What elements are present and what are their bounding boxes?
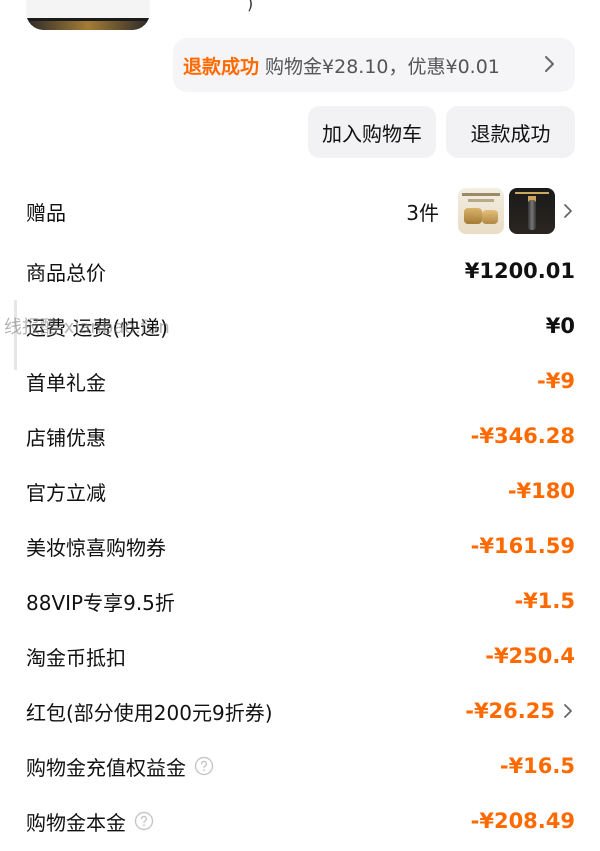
row-value: -¥346.28 bbox=[470, 424, 575, 448]
row-value: ¥0 bbox=[545, 314, 575, 338]
row-label: 官方立减 bbox=[26, 480, 106, 505]
order-detail-page: ) 退款成功 购物金¥28.10，优惠¥0.01 加入购物车 退款成功 赠品 3… bbox=[0, 0, 600, 851]
price-row-total: 商品总价 ¥1200.01 bbox=[26, 251, 575, 291]
chevron-right-icon bbox=[564, 204, 572, 218]
row-label: 购物金本金 bbox=[26, 810, 126, 835]
row-label: 淘金币抵扣 bbox=[26, 645, 126, 670]
row-value: -¥180 bbox=[507, 479, 575, 503]
row-value: -¥1.5 bbox=[514, 589, 575, 613]
product-thumbnail[interactable] bbox=[26, 0, 150, 30]
price-row-first-order: 首单礼金 -¥9 bbox=[26, 361, 575, 401]
gift-image-cream[interactable] bbox=[458, 188, 504, 234]
row-value: -¥208.49 bbox=[470, 809, 575, 833]
row-value: -¥250.4 bbox=[485, 644, 575, 668]
price-row-beauty-coupon: 美妆惊喜购物券 -¥161.59 bbox=[26, 526, 575, 566]
price-row-taojinbi: 淘金币抵扣 -¥250.4 bbox=[26, 636, 575, 676]
price-row-principal: 购物金本金 -¥208.49 bbox=[26, 801, 575, 841]
price-row-official-reduction: 官方立减 -¥180 bbox=[26, 471, 575, 511]
row-label: 88VIP专享9.5折 bbox=[26, 590, 175, 615]
help-icon[interactable] bbox=[134, 811, 154, 831]
gift-count: 3件 bbox=[406, 200, 439, 225]
chevron-right-icon bbox=[564, 704, 572, 718]
price-row-88vip: 88VIP专享9.5折 -¥1.5 bbox=[26, 581, 575, 621]
refund-success-button[interactable]: 退款成功 bbox=[446, 106, 575, 158]
row-label: 美妆惊喜购物券 bbox=[26, 535, 166, 560]
row-label: 购物金充值权益金 bbox=[26, 755, 186, 780]
row-value: ¥1200.01 bbox=[464, 259, 575, 283]
gift-label: 赠品 bbox=[26, 200, 66, 225]
price-row-store-discount: 店铺优惠 -¥346.28 bbox=[26, 416, 575, 456]
price-row-red-packet[interactable]: 红包(部分使用200元9折券) -¥26.25 bbox=[26, 691, 575, 731]
row-value: -¥161.59 bbox=[470, 534, 575, 558]
gift-row[interactable]: 赠品 3件 bbox=[26, 188, 575, 234]
gift-image-serum[interactable] bbox=[509, 188, 555, 234]
add-to-cart-button[interactable]: 加入购物车 bbox=[308, 106, 436, 158]
refund-detail: 购物金¥28.10，优惠¥0.01 bbox=[265, 55, 500, 78]
help-icon[interactable] bbox=[194, 756, 214, 776]
thumbnail-banner bbox=[26, 21, 150, 30]
top-fragment-mark: ) bbox=[247, 0, 254, 13]
row-label: 红包(部分使用200元9折券) bbox=[26, 700, 273, 725]
refund-status-bar[interactable]: 退款成功 购物金¥28.10，优惠¥0.01 bbox=[173, 38, 575, 92]
chevron-right-icon bbox=[545, 56, 554, 72]
row-value: -¥26.25 bbox=[465, 699, 555, 723]
row-label: 首单礼金 bbox=[26, 370, 106, 395]
row-value: -¥16.5 bbox=[499, 754, 575, 778]
row-label: 商品总价 bbox=[26, 260, 106, 285]
row-value: -¥9 bbox=[537, 369, 575, 393]
row-label: 店铺优惠 bbox=[26, 425, 106, 450]
refund-status: 退款成功 bbox=[183, 55, 260, 78]
watermark: 线报酷 xianbao.fun bbox=[4, 317, 170, 338]
price-row-recharge-benefit: 购物金充值权益金 -¥16.5 bbox=[26, 746, 575, 786]
